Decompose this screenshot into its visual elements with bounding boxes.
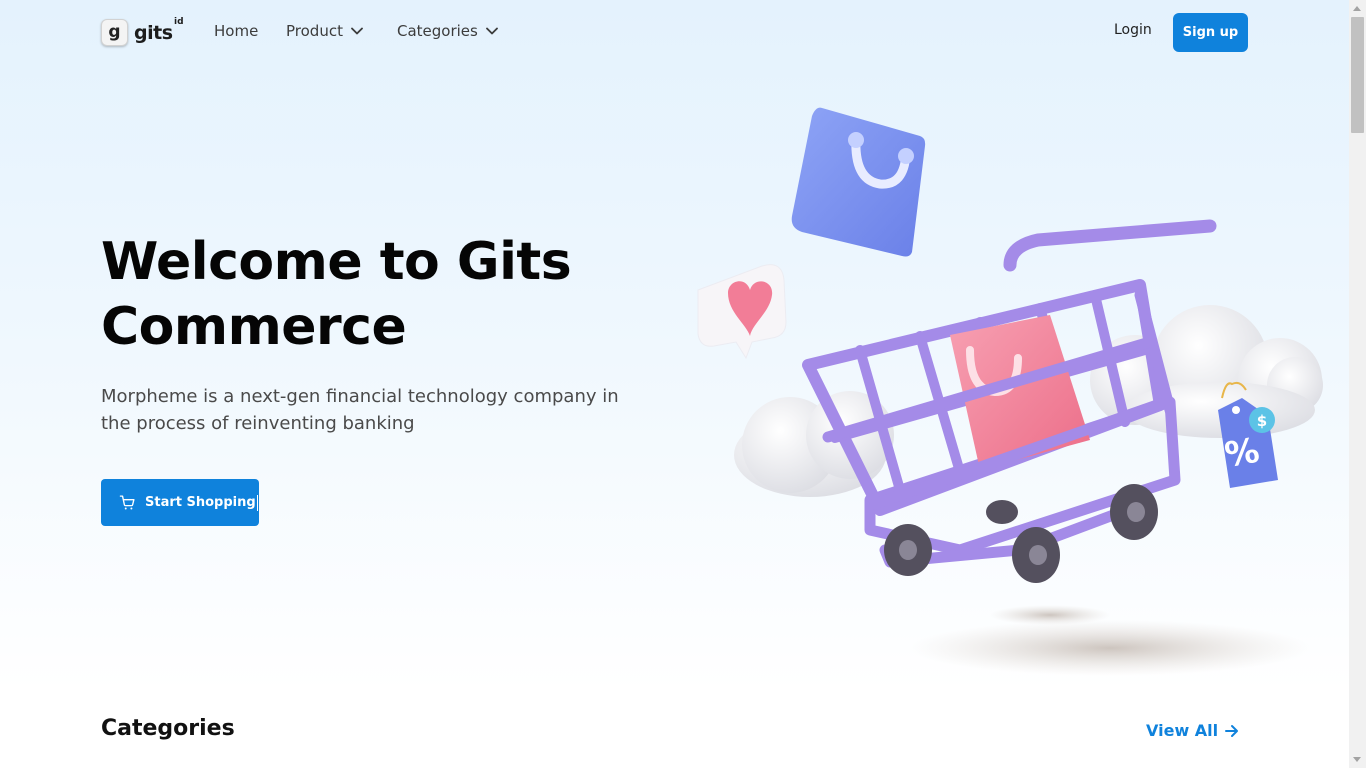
hero-description: Morpheme is a next-gen financial technol… [101,386,619,434]
brand-logo[interactable]: g gits id [101,17,184,46]
scroll-down-arrow[interactable] [1353,757,1361,762]
scroll-thumb[interactable] [1351,17,1364,133]
nav-link-product-label: Product [286,22,343,40]
logo-superscript: id [174,17,184,27]
shopping-cart-illustration: % $ [697,107,1323,676]
nav-dropdown-product[interactable]: Product [286,22,363,40]
start-shopping-label: Start Shopping [145,495,256,510]
dollar-glyph: $ [1257,412,1267,430]
arrow-right-icon [1225,724,1239,737]
signup-button[interactable]: Sign up [1173,13,1248,52]
floor-shadow [910,605,1310,676]
nav-link-categories-label: Categories [397,22,478,40]
text-cursor [256,494,258,511]
scroll-up-arrow[interactable] [1353,6,1361,11]
hero-title: Welcome to Gits Commerce [101,230,661,360]
chevron-down-icon [351,27,363,35]
categories-heading: Categories [101,716,235,741]
start-shopping-button[interactable]: Start Shopping [101,479,259,526]
view-all-link[interactable]: View All [1146,721,1239,740]
logo-badge: g [101,18,128,46]
shopping-bag-blue [791,107,926,257]
hero-title-line1: Welcome to Gits [101,232,572,292]
logo-text: gits [134,22,173,44]
vertical-scrollbar[interactable] [1349,0,1366,768]
percent-glyph: % [1222,431,1263,476]
login-button[interactable]: Login [1114,22,1152,38]
cart-icon [119,495,135,510]
nav-link-home-label: Home [214,22,259,40]
nav-dropdown-categories[interactable]: Categories [397,22,498,40]
heart-bubble [697,264,787,360]
top-navbar: g gits id Home Product Categories Login … [0,0,1349,64]
nav-link-home[interactable]: Home [214,22,258,40]
hero-title-line2: Commerce [101,297,407,357]
chevron-down-icon [485,27,498,35]
view-all-label: View All [1146,721,1219,740]
